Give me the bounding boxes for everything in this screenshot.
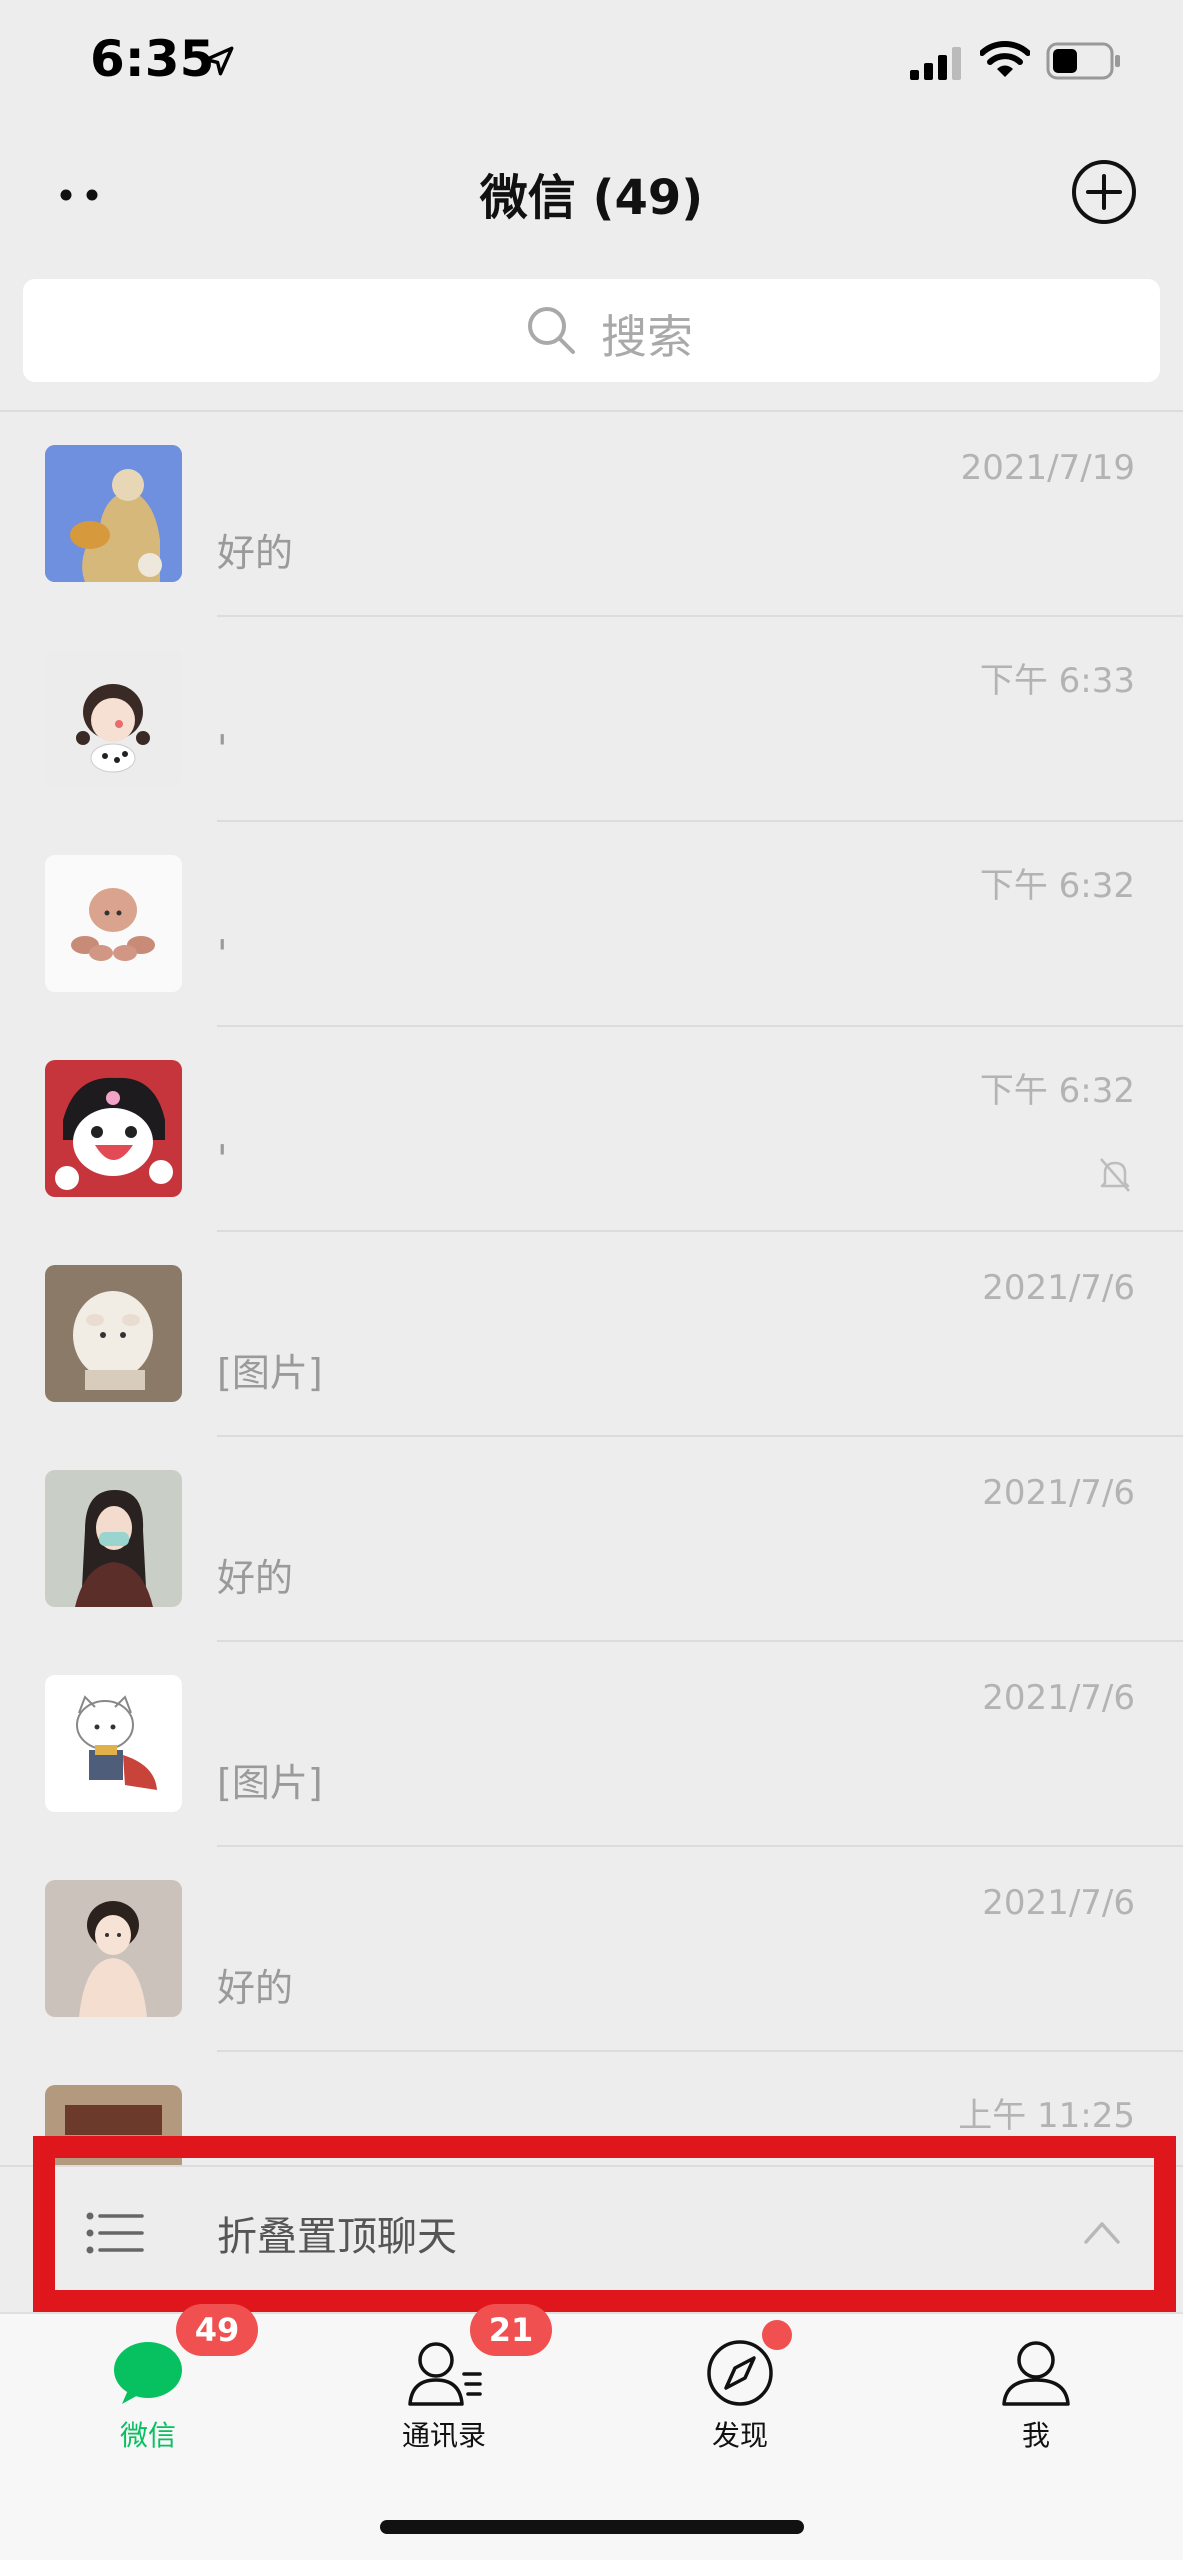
avatar [45, 1060, 182, 1197]
avatar [45, 650, 182, 787]
chat-preview: 好的 [217, 1556, 294, 1600]
cellular-signal-icon [910, 47, 961, 80]
chat-time: 2021/7/6 [982, 1473, 1135, 1513]
chat-time: 下午 6:33 [979, 661, 1135, 701]
chat-preview: ' [217, 1137, 228, 1181]
chat-time: 2021/7/6 [982, 1268, 1135, 1308]
avatar [45, 1265, 182, 1402]
avatar [45, 445, 182, 582]
chat-time: 下午 6:32 [979, 1071, 1135, 1111]
chat-time: 上午 11:25 [958, 2096, 1135, 2136]
nav-header: 微信 (49) [0, 130, 1183, 260]
tab-label: 通讯录 [401, 2419, 486, 2452]
mute-bell-icon [1100, 1158, 1130, 1192]
person-icon [1002, 2341, 1070, 2406]
add-circle-icon[interactable] [1068, 156, 1140, 228]
chat-preview: [图片] [217, 1761, 323, 1805]
chat-row[interactable]: 2021/7/6 好的 [0, 1437, 1183, 1642]
tab-label: 我 [1021, 2419, 1050, 2452]
wechat-screen: 6:35 微信 (49) 搜索 2021/7/19 好的 下午 6:33 ' 下… [0, 0, 1183, 2560]
chat-time: 2021/7/6 [982, 1883, 1135, 1923]
status-bar: 6:35 [0, 0, 1183, 130]
chat-preview: ' [217, 932, 228, 976]
page-title: 微信 (49) [479, 170, 704, 226]
location-arrow-icon [204, 46, 234, 76]
tab-chats[interactable]: 49 微信 [0, 2304, 296, 2464]
avatar [45, 1675, 182, 1812]
wifi-icon [980, 41, 1030, 77]
contacts-icon [408, 2342, 482, 2406]
chat-preview: 好的 [217, 1966, 294, 2010]
highlight-box [33, 2136, 1176, 2312]
battery-icon [1046, 42, 1120, 80]
compass-icon [707, 2340, 773, 2406]
tab-label: 发现 [711, 2419, 768, 2452]
chat-row[interactable]: 2021/7/19 好的 [0, 412, 1183, 617]
chat-bubble-icon [114, 2342, 182, 2404]
chat-row[interactable]: 2021/7/6 [图片] [0, 1642, 1183, 1847]
chat-time: 下午 6:32 [979, 866, 1135, 906]
tab-label: 微信 [119, 2419, 176, 2452]
avatar [45, 1470, 182, 1607]
chat-preview: [图片] [217, 1351, 323, 1395]
chat-row[interactable]: 下午 6:32 ' [0, 1027, 1183, 1232]
tab-contacts[interactable]: 21 通讯录 [296, 2304, 592, 2464]
chat-row[interactable]: 下午 6:33 ' [0, 617, 1183, 822]
tab-discover[interactable]: 发现 [592, 2314, 888, 2464]
avatar [45, 1880, 182, 2017]
chat-row[interactable]: 2021/7/6 好的 [0, 1847, 1183, 2052]
chat-row[interactable]: 下午 6:32 ' [0, 822, 1183, 1027]
status-time: 6:35 [90, 30, 215, 88]
search-placeholder: 搜索 [601, 310, 693, 364]
chat-preview: ' [217, 727, 228, 771]
unread-badge: 21 [470, 2304, 552, 2356]
new-dot-badge [762, 2320, 792, 2350]
home-indicator [380, 2520, 804, 2534]
chat-row[interactable]: 2021/7/6 [图片] [0, 1232, 1183, 1437]
avatar [45, 855, 182, 992]
tab-me[interactable]: 我 [888, 2314, 1183, 2464]
chat-time: 2021/7/6 [982, 1678, 1135, 1718]
chat-preview: 好的 [217, 531, 294, 575]
chat-time: 2021/7/19 [960, 448, 1135, 488]
unread-badge: 49 [176, 2304, 258, 2356]
search-icon [528, 307, 575, 354]
search-input[interactable]: 搜索 [23, 279, 1160, 382]
